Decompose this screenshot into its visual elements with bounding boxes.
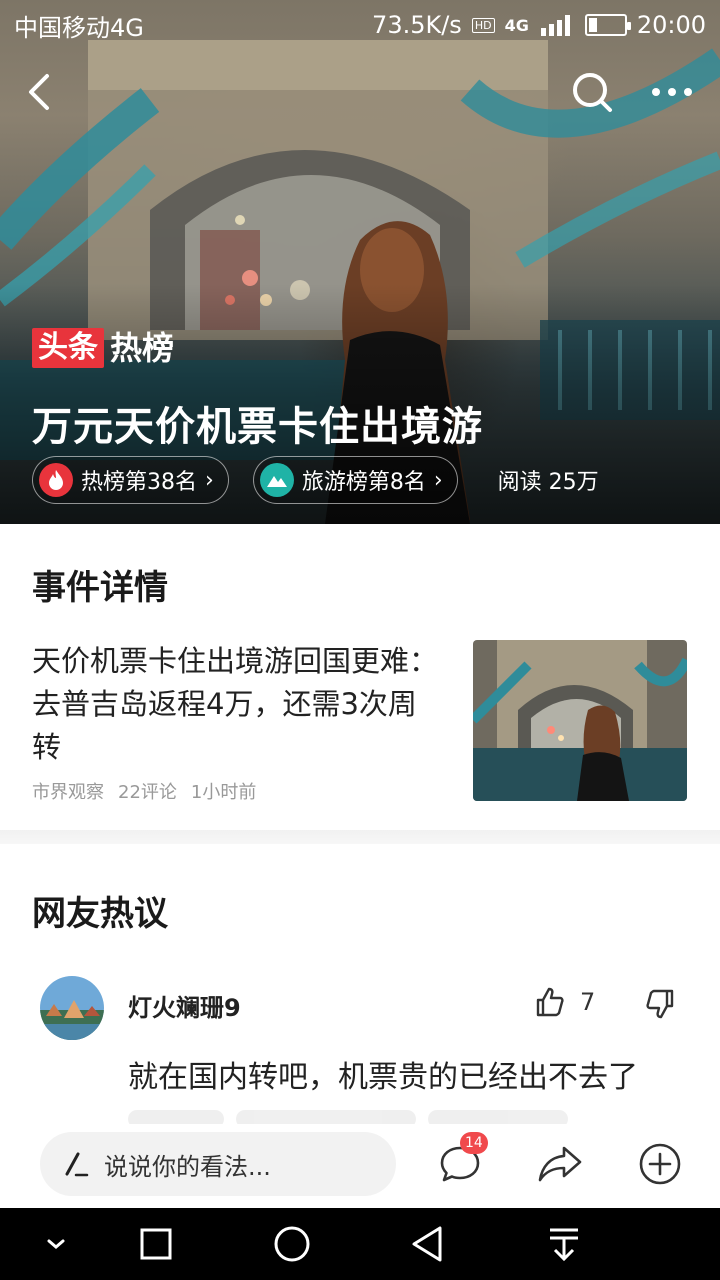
- more-dots-icon: [652, 88, 692, 96]
- mountain-icon: [259, 463, 294, 497]
- net-speed: 73.5K/s: [372, 11, 462, 39]
- nav-home-button[interactable]: [264, 1220, 320, 1268]
- nav-collapse-button[interactable]: [28, 1220, 84, 1268]
- square-icon: [140, 1228, 172, 1260]
- status-bar: 中国移动4G 73.5K/s HD 4G 20:00: [0, 0, 720, 50]
- pull-down-icon: [550, 1228, 578, 1262]
- hot-rank-chip[interactable]: 热榜第38名 ›: [32, 456, 229, 504]
- logo-red-part: 头条: [32, 328, 104, 368]
- like-count: 7: [580, 988, 596, 1016]
- pen-icon: [65, 1152, 89, 1177]
- comment-item: 灯火斓珊9 7 就在国内转吧，机票贵的已经出不去了: [40, 976, 680, 1116]
- thumbs-down-icon: [646, 989, 674, 1019]
- back-button[interactable]: [14, 66, 66, 118]
- comment-count-badge: 14: [460, 1132, 488, 1154]
- read-count: 阅读 25万: [497, 470, 599, 495]
- more-button[interactable]: [646, 66, 698, 118]
- hero-title: 万元天价机票卡住出境游: [32, 404, 483, 450]
- nav-recents-button[interactable]: [128, 1220, 184, 1268]
- carrier-label: 中国移动4G: [14, 13, 144, 42]
- article-headline[interactable]: 天价机票卡住出境游回国更难：去普吉岛返程4万，还需3次周转: [32, 640, 442, 769]
- thumbs-up-icon: [536, 987, 564, 1017]
- comments-section-title: 网友热议: [32, 894, 168, 934]
- article-meta: 市界观察 22评论 1小时前: [32, 778, 256, 804]
- comment-username[interactable]: 灯火斓珊9: [128, 988, 241, 1023]
- event-article-card[interactable]: 天价机票卡住出境游回国更难：去普吉岛返程4万，还需3次周转 市界观察 22评论 …: [32, 640, 688, 804]
- network-type: 4G: [504, 15, 529, 35]
- like-button[interactable]: 7: [534, 986, 595, 1018]
- search-icon: [573, 73, 612, 112]
- chevron-right-icon: ›: [205, 467, 214, 493]
- signal-icon: [540, 15, 570, 36]
- ranking-chips: 热榜第38名 › 旅游榜第8名 › 阅读 25万: [32, 456, 599, 504]
- circle-home-icon: [274, 1226, 310, 1262]
- plus-circle-icon: [639, 1143, 681, 1185]
- clock: 20:00: [636, 11, 706, 39]
- flame-icon: [39, 463, 73, 497]
- article-comment-count: 22评论: [118, 782, 177, 803]
- nav-back-button[interactable]: [400, 1220, 456, 1268]
- travel-rank-chip[interactable]: 旅游榜第8名 ›: [252, 456, 458, 504]
- bottom-action-bar: 说说你的看法... 14: [0, 1124, 720, 1208]
- article-time: 1小时前: [190, 782, 257, 803]
- triangle-back-icon: [412, 1226, 442, 1262]
- section-divider: [0, 830, 720, 844]
- comments-button[interactable]: 14: [434, 1132, 488, 1190]
- comment-input[interactable]: 说说你的看法...: [40, 1132, 396, 1196]
- chevron-right-icon: ›: [433, 467, 443, 493]
- hot-list-logo: 头条 热榜: [32, 328, 174, 368]
- chevron-left-icon: [29, 74, 49, 110]
- dislike-button[interactable]: [644, 988, 676, 1024]
- travel-rank-label: 旅游榜第8名: [301, 470, 426, 495]
- comment-input-placeholder: 说说你的看法...: [104, 1152, 271, 1181]
- hot-rank-label: 热榜第38名: [81, 470, 197, 495]
- avatar[interactable]: [40, 976, 104, 1040]
- nav-notification-button[interactable]: [536, 1220, 592, 1268]
- article-thumbnail[interactable]: [473, 640, 687, 801]
- article-source: 市界观察: [32, 782, 104, 803]
- system-nav-bar: [0, 1208, 720, 1280]
- event-section-title: 事件详情: [32, 568, 168, 608]
- share-button[interactable]: [534, 1138, 586, 1190]
- hd-tag: HD: [471, 17, 495, 33]
- battery-icon: [584, 14, 631, 36]
- chevron-down-icon: [47, 1239, 65, 1249]
- share-arrow-icon: [538, 1146, 582, 1182]
- add-button[interactable]: [634, 1138, 686, 1190]
- search-button[interactable]: [566, 66, 618, 118]
- comment-text: 就在国内转吧，机票贵的已经出不去了: [128, 1060, 638, 1095]
- logo-white-part: 热榜: [110, 329, 175, 367]
